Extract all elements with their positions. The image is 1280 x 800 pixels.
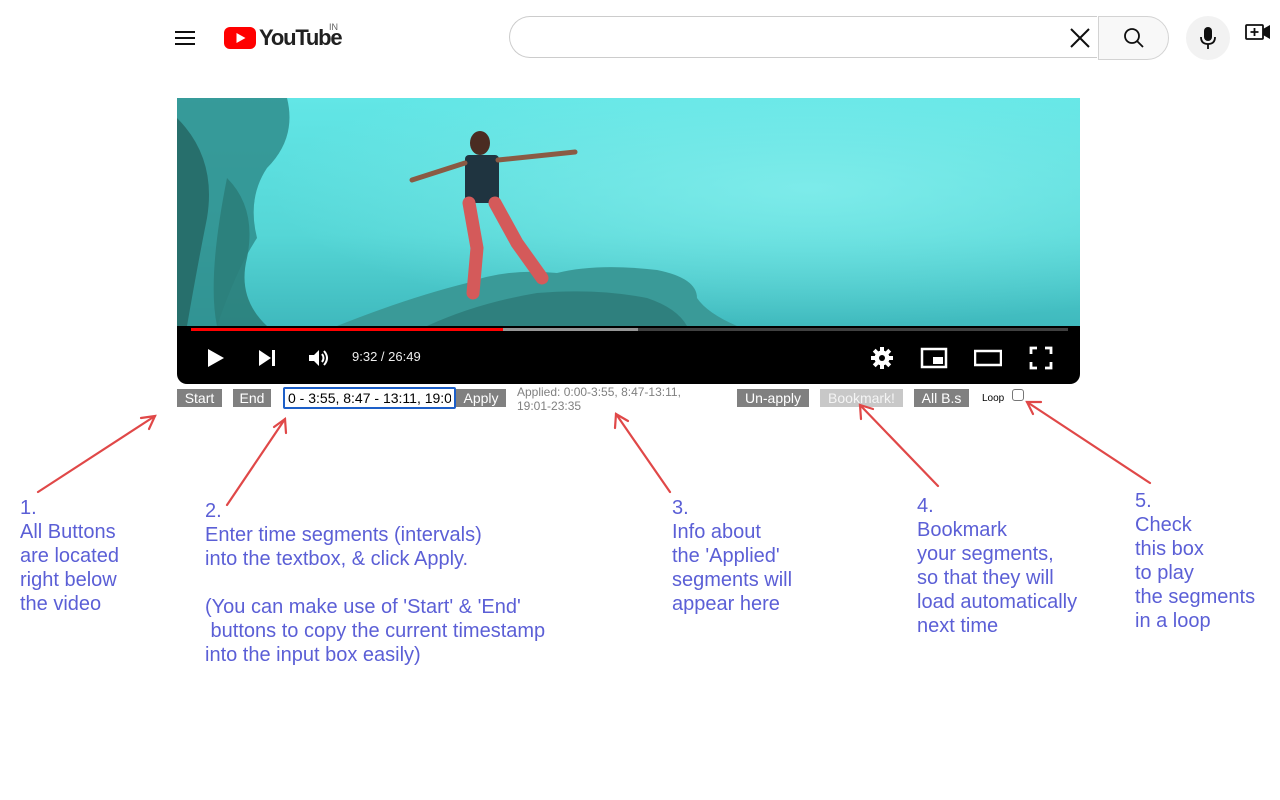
arrow-1 — [36, 414, 157, 494]
youtube-play-logo-icon — [224, 27, 256, 49]
progress-bar[interactable] — [191, 328, 1068, 331]
annotation-2: 2. Enter time segments (intervals) into … — [205, 500, 546, 666]
start-button[interactable]: Start — [177, 389, 222, 407]
search-box — [509, 16, 1097, 58]
youtube-logo[interactable]: YouTube — [224, 24, 343, 52]
miniplayer-icon — [920, 347, 948, 369]
apply-button[interactable]: Apply — [456, 389, 506, 407]
guide-menu-button[interactable] — [168, 21, 202, 55]
end-button[interactable]: End — [233, 389, 271, 407]
fullscreen-icon — [1029, 346, 1053, 370]
loop-checkbox[interactable] — [1012, 389, 1024, 401]
arrow-5 — [1025, 400, 1152, 485]
next-button[interactable] — [253, 346, 281, 370]
annotation-5: 5. Check this box to play the segments i… — [1135, 490, 1256, 632]
search-icon — [1123, 28, 1144, 48]
video-player[interactable]: 9:32 / 26:49 — [177, 98, 1080, 384]
miniplayer-button[interactable] — [920, 346, 948, 370]
settings-button[interactable] — [868, 346, 896, 370]
annotation-1: 1. All Buttons are located right below t… — [20, 497, 119, 615]
search-button[interactable] — [1098, 16, 1169, 60]
time-display: 9:32 / 26:49 — [352, 349, 421, 364]
voice-search-button[interactable] — [1186, 16, 1230, 60]
volume-icon — [309, 350, 328, 366]
skip-next-icon — [259, 350, 275, 366]
all-bookmarks-button[interactable]: All B.s — [914, 389, 969, 407]
region-code: IN — [329, 22, 338, 32]
progress-played — [191, 328, 503, 331]
create-video-button[interactable] — [1244, 20, 1272, 48]
bookmark-button[interactable]: Bookmark! — [820, 389, 903, 407]
play-button[interactable] — [201, 346, 229, 370]
arrow-4 — [858, 403, 940, 488]
gear-icon — [871, 347, 893, 369]
loop-label: Loop — [982, 393, 1005, 404]
unapply-button[interactable]: Un-apply — [737, 389, 809, 407]
mute-button[interactable] — [305, 346, 333, 370]
microphone-icon — [1200, 27, 1216, 49]
close-icon — [1070, 28, 1090, 48]
clear-search-button[interactable] — [1066, 24, 1094, 52]
annotation-3: 3. Info about the 'Applied' segments wil… — [672, 497, 793, 615]
theater-mode-button[interactable] — [974, 346, 1002, 370]
play-icon — [208, 349, 224, 367]
segments-input[interactable] — [283, 387, 456, 409]
video-still-image — [177, 98, 1080, 326]
theater-mode-icon — [974, 349, 1002, 367]
applied-segments-info: Applied: 0:00-3:55, 8:47-13:11, 19:01-23… — [517, 385, 681, 413]
annotation-4: 4. Bookmark your segments, so that they … — [917, 495, 1078, 637]
fullscreen-button[interactable] — [1027, 346, 1055, 370]
search-input[interactable] — [530, 26, 1054, 52]
arrow-2 — [225, 417, 287, 507]
video-add-icon — [1245, 24, 1270, 40]
arrow-3 — [614, 412, 672, 494]
video-frame[interactable] — [177, 98, 1080, 326]
